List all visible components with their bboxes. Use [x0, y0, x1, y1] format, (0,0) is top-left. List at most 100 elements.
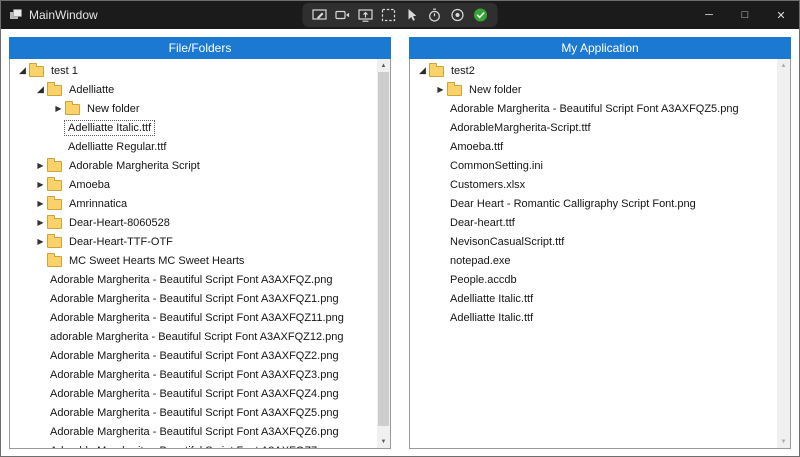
application-scrollbar[interactable]: ▲ ▼ — [777, 59, 790, 448]
tree-item[interactable]: Customers.xlsx — [410, 175, 777, 194]
expander-icon[interactable]: ◢ — [416, 66, 429, 75]
tree-item-label[interactable]: Adorable Margherita - Beautiful Script F… — [47, 425, 342, 439]
tree-item[interactable]: Adelliatte Italic.ttf — [410, 308, 777, 327]
expander-icon[interactable]: ◢ — [34, 85, 47, 94]
tree-item[interactable]: ▶ New folder — [410, 80, 777, 99]
tree-item-label[interactable]: Adorable Margherita - Beautiful Script F… — [47, 349, 342, 363]
tree-item-label[interactable]: adorable Margherita - Beautiful Script F… — [47, 330, 347, 344]
expander-icon[interactable]: ▶ — [434, 86, 447, 94]
expander-icon[interactable]: ▶ — [34, 162, 47, 170]
tree-item-label[interactable]: New folder — [84, 102, 143, 116]
expander-icon[interactable]: ◢ — [16, 66, 29, 75]
tree-item[interactable]: Adelliatte Regular.ttf — [10, 137, 377, 156]
close-button[interactable]: ✕ — [763, 1, 799, 29]
tree-item-label[interactable]: AdorableMargherita-Script.ttf — [447, 121, 594, 135]
expander-icon[interactable]: ▶ — [34, 238, 47, 246]
minimize-button[interactable]: ─ — [691, 1, 727, 29]
tree-item-label[interactable]: Adorable Margherita - Beautiful Script F… — [47, 387, 342, 401]
tree-item[interactable]: Dear-heart.ttf — [410, 213, 777, 232]
tree-item[interactable]: Adorable Margherita - Beautiful Script F… — [10, 384, 377, 403]
tree-item-label[interactable]: Amoeba — [66, 178, 113, 192]
tree-item[interactable]: Adorable Margherita - Beautiful Script F… — [10, 289, 377, 308]
scrollbar-thumb[interactable] — [378, 72, 389, 426]
scroll-up-icon[interactable]: ▲ — [777, 59, 790, 72]
tree-item-label[interactable]: Customers.xlsx — [447, 178, 528, 192]
tree-item-label[interactable]: Adelliatte — [66, 83, 117, 97]
tree-item[interactable]: ▶ New folder — [10, 99, 377, 118]
tree-item[interactable]: Adorable Margherita - Beautiful Script F… — [410, 99, 777, 118]
tree-item-label[interactable]: Adorable Margherita - Beautiful Script F… — [47, 273, 335, 287]
tree-item-label[interactable]: Adorable Margherita - Beautiful Script F… — [47, 444, 342, 449]
expander-icon[interactable]: ▶ — [52, 105, 65, 113]
tree-item[interactable]: ▶ Dear-Heart-TTF-OTF — [10, 232, 377, 251]
tree-item[interactable]: notepad.exe — [410, 251, 777, 270]
tree-item[interactable]: AdorableMargherita-Script.ttf — [410, 118, 777, 137]
cursor-pointer-icon[interactable] — [404, 7, 420, 23]
tree-item-label[interactable]: MC Sweet Hearts MC Sweet Hearts — [66, 254, 247, 268]
tree-item-label[interactable]: Adorable Margherita - Beautiful Script F… — [447, 102, 742, 116]
video-camera-icon[interactable] — [335, 7, 351, 23]
tree-item-label[interactable]: People.accdb — [447, 273, 520, 287]
tree-item-label[interactable]: Adelliatte Italic.ttf — [447, 311, 536, 325]
maximize-button[interactable]: □ — [727, 1, 763, 29]
scroll-up-icon[interactable]: ▲ — [377, 59, 390, 72]
expander-icon[interactable]: ▶ — [34, 181, 47, 189]
tree-item[interactable]: People.accdb — [410, 270, 777, 289]
tree-item[interactable]: Amoeba.ttf — [410, 137, 777, 156]
tree-item-label[interactable]: Adelliatte Italic.ttf — [65, 121, 154, 135]
tree-item[interactable]: Adelliatte Italic.ttf — [10, 118, 377, 137]
tree-item-label[interactable]: Adelliatte Italic.ttf — [447, 292, 536, 306]
tree-item[interactable]: Adorable Margherita - Beautiful Script F… — [10, 346, 377, 365]
tree-item[interactable]: ◢ Adelliatte — [10, 80, 377, 99]
tree-item-label[interactable]: Adorable Margherita Script — [66, 159, 203, 173]
tree-item[interactable]: ▶ Amoeba — [10, 175, 377, 194]
tree-item-label[interactable]: Dear-heart.ttf — [447, 216, 518, 230]
tree-item-label[interactable]: Dear Heart - Romantic Calligraphy Script… — [447, 197, 699, 211]
tree-item[interactable]: Adorable Margherita - Beautiful Script F… — [10, 365, 377, 384]
tree-item-label[interactable]: Dear-Heart-TTF-OTF — [66, 235, 176, 249]
timer-icon[interactable] — [427, 7, 443, 23]
folder-icon — [65, 104, 80, 115]
files-scrollbar[interactable]: ▲ ▼ — [377, 59, 390, 448]
tree-item-label[interactable]: CommonSetting.ini — [447, 159, 546, 173]
tree-item-label[interactable]: Adorable Margherita - Beautiful Script F… — [47, 311, 347, 325]
tree-item[interactable]: Adorable Margherita - Beautiful Script F… — [10, 422, 377, 441]
tree-item[interactable]: Adorable Margherita - Beautiful Script F… — [10, 308, 377, 327]
tree-item[interactable]: Adorable Margherita - Beautiful Script F… — [10, 403, 377, 422]
tree-item-label[interactable]: Adorable Margherita - Beautiful Script F… — [47, 406, 342, 420]
tree-item-label[interactable]: New folder — [466, 83, 525, 97]
tree-item[interactable]: Adorable Margherita - Beautiful Script F… — [10, 270, 377, 289]
success-check-icon[interactable] — [473, 7, 489, 23]
scroll-down-icon[interactable]: ▼ — [777, 435, 790, 448]
tree-item-label[interactable]: notepad.exe — [447, 254, 514, 268]
tree-item-label[interactable]: Amrinnatica — [66, 197, 130, 211]
tree-item-label[interactable]: Dear-Heart-8060528 — [66, 216, 173, 230]
tree-item[interactable]: Dear Heart - Romantic Calligraphy Script… — [410, 194, 777, 213]
scroll-down-icon[interactable]: ▼ — [377, 435, 390, 448]
tree-item[interactable]: Adelliatte Italic.ttf — [410, 289, 777, 308]
tree-item[interactable]: ▶ Adorable Margherita Script — [10, 156, 377, 175]
tree-item[interactable]: NevisonCasualScript.ttf — [410, 232, 777, 251]
tree-item-label[interactable]: Adorable Margherita - Beautiful Script F… — [47, 292, 342, 306]
tree-item-label[interactable]: NevisonCasualScript.ttf — [447, 235, 567, 249]
tree-item[interactable]: ◢ test2 — [410, 61, 777, 80]
tree-item-label[interactable]: Amoeba.ttf — [447, 140, 506, 154]
tree-item-label[interactable]: Adorable Margherita - Beautiful Script F… — [47, 368, 342, 382]
screen-annotate-icon[interactable] — [312, 7, 328, 23]
tree-item[interactable]: adorable Margherita - Beautiful Script F… — [10, 327, 377, 346]
tree-item[interactable]: CommonSetting.ini — [410, 156, 777, 175]
record-icon[interactable] — [450, 7, 466, 23]
tree-item[interactable]: Adorable Margherita - Beautiful Script F… — [10, 441, 377, 448]
tree-item-label[interactable]: test2 — [448, 64, 478, 78]
tree-item[interactable]: ▶ Amrinnatica — [10, 194, 377, 213]
region-select-icon[interactable] — [381, 7, 397, 23]
tree-item-label[interactable]: test 1 — [48, 64, 81, 78]
tree-item[interactable]: ▶ Dear-Heart-8060528 — [10, 213, 377, 232]
screen-capture-icon[interactable] — [358, 7, 374, 23]
tree-item[interactable]: MC Sweet Hearts MC Sweet Hearts — [10, 251, 377, 270]
tree-item[interactable]: ◢ test 1 — [10, 61, 377, 80]
application-tree-container: ◢ test2 ▶ New folder Adorable Margherita… — [409, 59, 791, 449]
expander-icon[interactable]: ▶ — [34, 219, 47, 227]
expander-icon[interactable]: ▶ — [34, 200, 47, 208]
tree-item-label[interactable]: Adelliatte Regular.ttf — [65, 140, 169, 154]
